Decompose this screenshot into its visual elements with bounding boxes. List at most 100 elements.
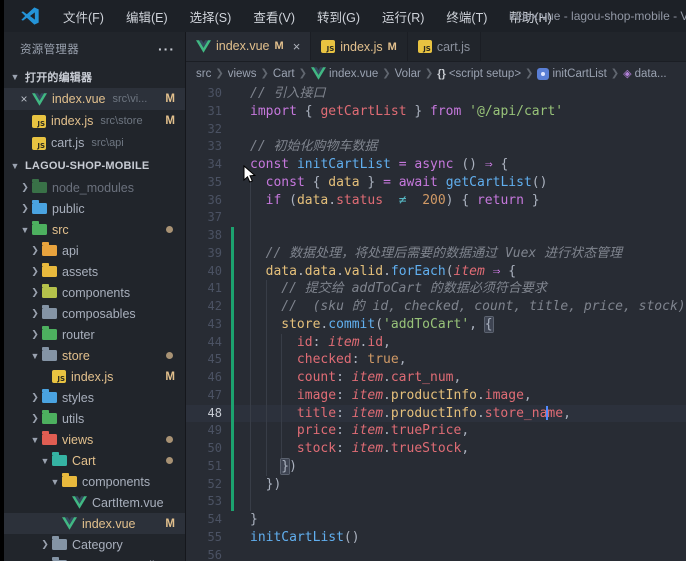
code-line-40[interactable]: 40 data.data.valid.forEach(item ⇒ { [186,262,686,281]
tree-item-utils[interactable]: ❯ utils [4,408,185,429]
js-file-icon: JS [32,114,46,128]
breadcrumb-label: initCartList [552,67,607,80]
code-line-50[interactable]: 50 stock: item.trueStock, [186,440,686,458]
code-line-37[interactable]: 37 [186,209,686,227]
breadcrumb-item[interactable]: index.vue [311,67,378,80]
close-icon[interactable]: × [293,39,301,54]
chevron-right-icon: ❯ [31,266,39,276]
menu-item[interactable]: 查看(V) [244,3,304,30]
tree-item-node_modules[interactable]: ❯ node_modules [4,177,185,198]
breadcrumb-item[interactable]: initCartList [537,67,607,80]
indent-guide [265,280,282,298]
tree-item-router[interactable]: ❯ router [4,324,185,345]
tree-item-composables[interactable]: ❯ composables [4,303,185,324]
code-token: // 数据处理，将处理后需要的数据通过 Vuex 进行状态管理 [265,245,623,261]
code-line-34[interactable]: 34 const initCartList = async () ⇒ { [186,156,686,174]
code-token: if [265,192,282,208]
code-line-56[interactable]: 56 [186,547,686,561]
tree-item-styles[interactable]: ❯ styles [4,387,185,408]
tree-item-views[interactable]: ▼ views [4,429,185,450]
breadcrumb-item[interactable]: views [228,68,257,80]
tree-item-CategoryDetail[interactable]: ❯CategoryDetail [4,555,185,561]
line-number: 43 [207,316,222,331]
breadcrumb-item[interactable]: {} <script setup> [437,68,521,80]
code-line-51[interactable]: 51}) [186,457,686,476]
symbol-variable-icon: ◈ [623,68,632,80]
tab-cart.js[interactable]: JS cart.js [408,32,482,61]
code-line-35[interactable]: 35 const { data } = await getCartList() [186,173,686,192]
indent-guide [250,262,266,281]
tree-item-components[interactable]: ▼ components [4,471,185,492]
code-line-43[interactable]: 43 store.commit('addToCart', { [186,315,686,334]
menu-item[interactable]: 终端(T) [437,3,496,30]
tab-index.js[interactable]: JS index.js M [311,32,408,61]
open-editor-item[interactable]: × index.vue src\vi... M [4,88,185,110]
breadcrumb-item[interactable]: Volar [395,68,421,80]
git-gutter-indicator [231,511,234,529]
line-number: 37 [207,210,222,225]
indent-guide [265,333,282,352]
tree-item-CartItem.vue[interactable]: CartItem.vue [4,492,185,513]
code-line-33[interactable]: 33 // 初始化购物车数据 [186,138,686,156]
tree-item-Category[interactable]: ❯ Category [4,534,185,555]
chevron-right-icon: ❯ [31,413,39,423]
tree-item-store[interactable]: ▼ store [4,345,185,366]
tree-item-api[interactable]: ❯ api [4,240,185,261]
code-line-38[interactable]: 38 [186,227,686,245]
code-line-31[interactable]: 31 import { getCartList } from '@/api/car… [186,103,686,121]
tab-index.vue[interactable]: index.vue M × [186,32,312,61]
close-icon[interactable]: × [16,92,32,106]
menu-item[interactable]: 文件(F) [54,3,113,30]
menu-item[interactable]: 转到(G) [308,3,369,30]
code-line-46[interactable]: 46 count: item.cart_num, [186,369,686,387]
line-number: 33 [207,139,222,154]
tree-item-src[interactable]: ▼ src [4,219,185,240]
code-line-30[interactable]: 30 // 引入接口 [186,85,686,103]
code-token: } [406,103,431,119]
code-editor[interactable]: 30 // 引入接口 31 import { getCartList } from '… [186,85,686,561]
code-line-54[interactable]: 54} [186,511,686,529]
tree-item-Cart[interactable]: ▼ Cart [4,450,185,471]
code-line-55[interactable]: 55 initCartList() [186,529,686,547]
breadcrumb-separator-icon: ❯ [215,68,224,79]
code-token: () [531,174,548,190]
code-text: initCartList() [250,529,360,547]
code-line-49[interactable]: 49 price: item.truePrice, [186,422,686,440]
code-token: , [398,352,407,368]
code-line-53[interactable]: 53 [186,493,686,511]
tree-item-assets[interactable]: ❯ assets [4,261,185,282]
menu-item[interactable]: 选择(S) [181,3,241,30]
open-editor-item[interactable]: JS index.js src\store M [4,110,185,132]
breadcrumb-item[interactable]: src [196,68,211,80]
menu-item[interactable]: 编辑(E) [117,3,177,30]
tree-item-index.js[interactable]: JS index.js M [4,366,185,387]
code-token: { [296,103,321,119]
code-line-42[interactable]: 42 // (sku 的 id, checked, count, title, p… [186,298,686,316]
code-line-47[interactable]: 47 image: item.productInfo.image, [186,386,686,405]
code-line-44[interactable]: 44 id: item.id, [186,333,686,352]
chevron-down-icon: ▼ [40,455,50,466]
code-line-41[interactable]: 41 // 提交给 addToCart 的数据必须符合要求 [186,280,686,298]
modified-badge: M [165,93,175,105]
menu-bar: 文件(F) 编辑(E) 选择(S) 查看(V) 转到(G) 运行(R) 终端(T) 帮助(H) [54,3,561,30]
code-line-48[interactable]: 48 title: item.productInfo.store_name, [186,404,686,423]
code-token: item [351,423,384,439]
code-line-45[interactable]: 45 checked: true, [186,351,686,369]
vue-file-icon [62,517,77,530]
tree-item-components[interactable]: ❯ components [4,282,185,303]
folder-icon [42,389,57,403]
open-editors-section-header[interactable]: ▼ 打开的编辑器 [4,66,185,88]
menu-item[interactable]: 运行(R) [373,3,433,30]
tree-item-index.vue[interactable]: index.vue M [4,513,185,534]
code-line-32[interactable]: 32 [186,121,686,139]
code-line-39[interactable]: 39 // 数据处理，将处理后需要的数据通过 Vuex 进行状态管理 [186,244,686,263]
code-line-52[interactable]: 52}) [186,475,686,494]
breadcrumb-item[interactable]: Cart [273,68,295,80]
breadcrumb-item[interactable]: ◈ data... [623,67,666,81]
workspace-root-header[interactable]: ▼ LAGOU-SHOP-MOBILE [4,155,185,177]
more-actions-icon[interactable]: ··· [158,41,175,57]
tree-item-public[interactable]: ❯ public [4,198,185,219]
open-editor-item[interactable]: JS cart.js src\api [4,132,185,154]
code-line-36[interactable]: 36 if (data.status ≠ 200) { return } [186,191,686,210]
